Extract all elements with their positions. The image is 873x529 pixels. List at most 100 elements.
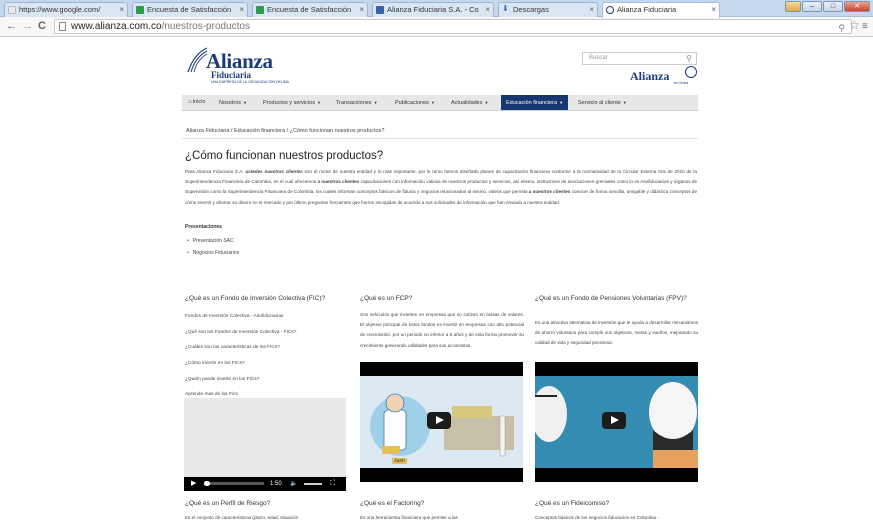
search-placeholder: Buscar	[589, 55, 608, 61]
forward-arrow-icon[interactable]: →	[22, 19, 33, 34]
page-icon	[8, 6, 16, 14]
fpv-heading: ¿Qué es un Fondo de Pensiones Voluntaria…	[535, 295, 687, 302]
bookmark-star-icon[interactable]: ☆	[849, 18, 860, 32]
video-control-bar: ▶ 1:50 🔈 ⛶	[184, 477, 346, 491]
close-icon[interactable]: ×	[589, 3, 594, 16]
search-input[interactable]: Buscar ⚲	[582, 52, 697, 65]
volume-slider[interactable]	[304, 483, 322, 485]
factoring-heading: ¿Qué es el Factoring?	[360, 500, 425, 507]
alianza-favicon	[606, 6, 614, 14]
nav-label: Inicio	[192, 99, 206, 105]
tab-title: https://www.google.com/	[19, 5, 101, 14]
progress-thumb[interactable]	[204, 481, 210, 486]
caret-down-icon: ▼	[484, 100, 489, 105]
play-button[interactable]	[602, 412, 626, 429]
caret-down-icon: ▼	[559, 100, 564, 105]
browser-tab[interactable]: Encuesta de Satisfacción ×	[132, 2, 248, 17]
page-title: ¿Cómo funcionan nuestros productos?	[185, 150, 384, 162]
list-item[interactable]: Negocios Fiduciarios	[187, 247, 239, 259]
browser-tab[interactable]: Encuesta de Satisfacción ×	[252, 2, 368, 17]
browser-tabstrip: https://www.google.com/ × Encuesta de Sa…	[0, 0, 873, 18]
list-item[interactable]: ¿Quién puede invertir en los FICs?	[185, 376, 296, 392]
search-icon[interactable]: ⚲	[686, 53, 692, 64]
logo2-ring-icon	[685, 66, 697, 78]
tab-title: Alianza Fiduciaria S.A. - Co	[387, 5, 479, 14]
list-item[interactable]: ¿Cuáles son las características de los F…	[185, 344, 296, 360]
fpv-video-player[interactable]	[535, 362, 698, 482]
browser-toolbar: ← → C www.alianza.com.co/nuestros-produc…	[0, 17, 873, 37]
list-item[interactable]: Presentación SAC	[187, 235, 239, 247]
logo2-tagline: en línea	[674, 80, 689, 85]
fic-video-player[interactable]: ▶ 1:50 🔈 ⛶	[184, 398, 346, 491]
reload-icon[interactable]: C	[38, 19, 46, 34]
nav-label: Transacciones	[336, 100, 372, 106]
nav-label: Servicio al cliente	[578, 100, 621, 106]
window-controls: – □ ✕	[785, 1, 870, 12]
riesgo-paragraph: Es el conjunto de características (plazo…	[185, 515, 299, 520]
fullscreen-icon[interactable]: ⛶	[330, 477, 335, 491]
close-icon[interactable]: ×	[359, 3, 364, 16]
close-icon[interactable]: ×	[239, 3, 244, 16]
browser-tab[interactable]: Alianza Fiduciaria S.A. - Co ×	[372, 2, 494, 17]
caret-down-icon: ▼	[316, 100, 321, 105]
nav-item-servicio-cliente[interactable]: Servicio al cliente ▼	[578, 95, 627, 110]
list-item[interactable]: ¿Qué son los Fondos de Inversión Colecti…	[185, 329, 296, 345]
nav-item-inicio[interactable]: ⌂Inicio	[188, 95, 205, 110]
list-item[interactable]: ¿Cómo invertir en los FICs?	[185, 360, 296, 376]
zoom-icon[interactable]: ⚲	[838, 22, 845, 35]
browser-tab[interactable]: ⬇ Descargas ×	[498, 2, 598, 17]
forms-icon	[136, 6, 144, 14]
nav-label: Nosotros	[219, 100, 242, 106]
close-icon[interactable]: ×	[711, 3, 716, 16]
fic-link-list: Fondos de Inversión Colectiva - Asofiduc…	[185, 313, 296, 407]
fideicomiso-heading: ¿Qué es un Fideicomiso?	[535, 500, 610, 507]
logo-tagline: UNA EMPRESA DE LA ORGANIZACIÓN DELIMA	[211, 80, 289, 84]
nav-label: Publicaciones	[395, 100, 429, 106]
browser-tab-active[interactable]: Alianza Fiduciaria ×	[602, 2, 720, 18]
volume-icon[interactable]: 🔈	[290, 477, 297, 491]
user-icon[interactable]	[785, 1, 801, 12]
fic-heading: ¿Qué es un Fondo de Inversión Colectiva …	[185, 295, 326, 302]
nav-item-actualidades[interactable]: Actualidades ▼	[451, 95, 488, 110]
presentaciones-list: Presentación SAC Negocios Fiduciarios	[187, 235, 239, 259]
nav-item-publicaciones[interactable]: Publicaciones ▼	[395, 95, 435, 110]
fcp-video-player[interactable]: Juan	[360, 362, 523, 482]
nav-item-educacion-financiera[interactable]: Educación financiera ▼	[501, 95, 569, 110]
menu-icon[interactable]: ≡	[862, 19, 868, 34]
play-icon[interactable]: ▶	[191, 477, 196, 491]
nav-item-nosotros[interactable]: Nosotros ▼	[219, 95, 247, 110]
main-navigation: ⌂Inicio Nosotros ▼ Productos y servicios ▼…	[182, 95, 698, 111]
factoring-paragraph: Es una herramienta financiera que permit…	[360, 515, 458, 520]
caret-down-icon: ▼	[430, 100, 435, 105]
forms-icon	[256, 6, 264, 14]
browser-tab[interactable]: https://www.google.com/ ×	[4, 2, 128, 17]
minimize-button[interactable]: –	[802, 1, 822, 12]
back-arrow-icon[interactable]: ←	[6, 19, 17, 34]
close-icon[interactable]: ×	[119, 3, 124, 16]
caret-down-icon: ▼	[373, 100, 378, 105]
tab-title: Encuesta de Satisfacción	[147, 5, 232, 14]
presentaciones-heading: Presentaciones	[185, 224, 222, 230]
alianza-fiduciaria-logo[interactable]: Alianza Fiduciaria UNA EMPRESA DE LA ORG…	[186, 46, 316, 92]
nav-item-productos[interactable]: Productos y servicios ▼	[263, 95, 321, 110]
list-item[interactable]: Fondos de Inversión Colectiva - Asofiduc…	[185, 313, 296, 329]
fcp-heading: ¿Qué es un FCP?	[360, 295, 413, 302]
nav-item-transacciones[interactable]: Transacciones ▼	[336, 95, 378, 110]
play-button[interactable]	[427, 412, 451, 429]
alianza-en-linea-logo[interactable]: Alianza en línea	[630, 66, 702, 89]
maximize-button[interactable]: □	[823, 1, 843, 12]
address-domain: www.alianza.com.co	[71, 21, 162, 32]
address-bar[interactable]: www.alianza.com.co/nuestros-productos ⚲	[54, 19, 852, 34]
breadcrumb[interactable]: Alianza Fiduciaria / Educación financier…	[186, 128, 384, 134]
video-time: 1:50	[270, 481, 282, 487]
nav-label: Educación financiera	[506, 100, 558, 106]
video-caption: Juan	[392, 458, 407, 464]
close-icon[interactable]: ×	[485, 3, 490, 16]
tab-title: Alianza Fiduciaria	[617, 5, 677, 14]
window-close-button[interactable]: ✕	[844, 1, 870, 12]
progress-bar[interactable]	[204, 482, 264, 485]
tab-title: Descargas	[513, 5, 549, 14]
fideicomiso-paragraph[interactable]: Conceptos básicos de los negocios fiduci…	[535, 513, 698, 523]
web-page: Alianza Fiduciaria UNA EMPRESA DE LA ORG…	[0, 38, 873, 529]
fcp-paragraph: Son vehículos que invierten en empresas …	[360, 312, 524, 348]
